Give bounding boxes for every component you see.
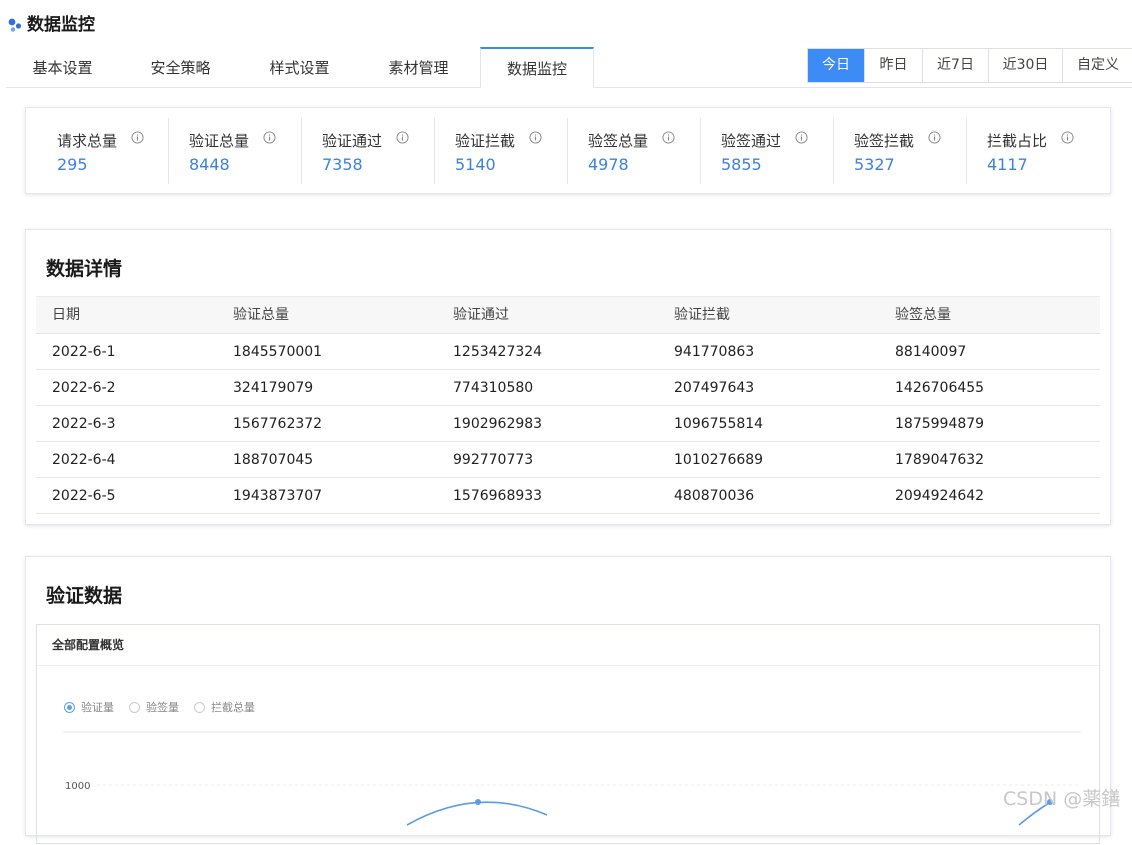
stat-value: 5327	[854, 155, 895, 174]
app-logo-icon	[8, 18, 22, 32]
stat-label: 验签拦截	[854, 132, 915, 150]
stat-value: 5140	[455, 155, 496, 174]
stat-value: 4978	[588, 155, 629, 174]
stats-card: 请求总量 295 验证总量 8448 验证通过 7358 验证拦截 5140 验…	[25, 107, 1111, 194]
info-icon[interactable]	[396, 131, 409, 144]
stat-value: 295	[57, 155, 88, 174]
series-line-left	[406, 801, 548, 826]
table-cell: 992770773	[453, 452, 534, 468]
table-cell: 1789047632	[895, 452, 985, 468]
table-row: 2022-6-5 1943873707 1576968933 480870036…	[36, 478, 1100, 514]
table-cell: 207497643	[674, 380, 755, 396]
stat-verify-pass: 验证通过 7358	[301, 118, 434, 184]
table-cell: 2022-6-1	[52, 344, 116, 360]
stat-label: 验证通过	[322, 132, 383, 150]
date-yesterday-button[interactable]: 昨日	[864, 49, 922, 82]
stat-value: 7358	[322, 155, 363, 174]
detail-table: 日期 验证总量 验证通过 验证拦截 验签总量 2022-6-1 18455700…	[36, 296, 1100, 514]
table-row: 2022-6-2 324179079 774310580 207497643 1…	[36, 370, 1100, 406]
verify-data-card: 验证数据 全部配置概览 验证量 验签量 拦截总量 1000	[25, 556, 1111, 844]
verify-card-title: 验证数据	[46, 585, 123, 607]
verify-line-chart: 1000	[63, 731, 1081, 826]
info-icon[interactable]	[795, 131, 808, 144]
table-row: 2022-6-4 188707045 992770773 1010276689 …	[36, 442, 1100, 478]
stat-request-total: 请求总量 295	[26, 118, 159, 184]
table-cell: 1845570001	[233, 344, 323, 360]
table-cell: 1943873707	[233, 488, 323, 504]
data-point[interactable]	[475, 799, 481, 805]
info-icon[interactable]	[529, 131, 542, 144]
info-icon[interactable]	[263, 131, 276, 144]
table-cell: 2022-6-3	[52, 416, 116, 432]
detail-card-title: 数据详情	[46, 258, 123, 280]
column-header: 验证总量	[233, 307, 289, 323]
table-cell: 2022-6-5	[52, 488, 116, 504]
table-cell: 188707045	[233, 452, 314, 468]
table-cell: 1426706455	[895, 380, 985, 396]
info-icon[interactable]	[662, 131, 675, 144]
tab-style-settings[interactable]: 样式设置	[243, 47, 356, 87]
date-7days-button[interactable]: 近7日	[922, 49, 988, 82]
table-cell: 1875994879	[895, 416, 985, 432]
watermark: CSDN @薬鐥	[1003, 788, 1121, 810]
stat-label: 验签总量	[588, 132, 649, 150]
table-row: 2022-6-1 1845570001 1253427324 941770863…	[36, 334, 1100, 370]
tab-basic-settings[interactable]: 基本设置	[6, 47, 119, 87]
config-overview-panel: 全部配置概览 验证量 验签量 拦截总量 1000	[36, 624, 1100, 844]
tab-security-policy[interactable]: 安全策略	[124, 47, 237, 87]
table-cell: 941770863	[674, 344, 755, 360]
stat-block-ratio: 拦截占比 4117	[966, 118, 1099, 184]
date-30days-button[interactable]: 近30日	[988, 49, 1062, 82]
info-icon[interactable]	[1061, 131, 1074, 144]
data-detail-card: 数据详情 日期 验证总量 验证通过 验证拦截 验签总量 2022-6-1 184…	[25, 229, 1111, 525]
date-filter-group: 今日 昨日 近7日 近30日 自定义	[807, 48, 1132, 83]
stat-sign-block: 验签拦截 5327	[833, 118, 966, 184]
table-cell: 1010276689	[674, 452, 764, 468]
table-cell: 88140097	[895, 344, 967, 360]
table-cell: 1902962983	[453, 416, 543, 432]
column-header: 日期	[52, 307, 80, 323]
stat-label: 拦截占比	[987, 132, 1048, 150]
stat-value: 4117	[987, 155, 1028, 174]
column-header: 验证拦截	[674, 307, 730, 323]
stat-label: 请求总量	[57, 132, 118, 150]
top-bar: 数据监控	[0, 0, 1132, 48]
stat-label: 验证总量	[189, 132, 250, 150]
table-cell: 2022-6-4	[52, 452, 116, 468]
info-icon[interactable]	[928, 131, 941, 144]
table-cell: 774310580	[453, 380, 534, 396]
stat-verify-block: 验证拦截 5140	[434, 118, 567, 184]
table-cell: 1096755814	[674, 416, 764, 432]
table-cell: 1576968933	[453, 488, 543, 504]
table-cell: 1567762372	[233, 416, 323, 432]
date-today-button[interactable]: 今日	[808, 49, 864, 82]
stat-value: 8448	[189, 155, 230, 174]
stat-value: 5855	[721, 155, 762, 174]
tab-data-monitor[interactable]: 数据监控	[480, 47, 594, 88]
stat-label: 验签通过	[721, 132, 782, 150]
table-cell: 2094924642	[895, 488, 985, 504]
page-title: 数据监控	[27, 15, 95, 35]
y-tick-label: 1000	[65, 781, 90, 792]
column-header: 验签总量	[895, 307, 951, 323]
info-icon[interactable]	[131, 131, 144, 144]
date-custom-button[interactable]: 自定义	[1062, 49, 1132, 82]
table-cell: 324179079	[233, 380, 314, 396]
stat-sign-pass: 验签通过 5855	[700, 118, 833, 184]
table-cell: 480870036	[674, 488, 755, 504]
stat-sign-total: 验签总量 4978	[567, 118, 700, 184]
column-header: 验证通过	[453, 307, 509, 323]
table-cell: 2022-6-2	[52, 380, 116, 396]
table-row: 2022-6-3 1567762372 1902962983 109675581…	[36, 406, 1100, 442]
stat-label: 验证拦截	[455, 132, 516, 150]
stat-verify-total: 验证总量 8448	[168, 118, 301, 184]
table-cell: 1253427324	[453, 344, 543, 360]
tab-asset-management[interactable]: 素材管理	[362, 47, 475, 87]
table-header: 日期 验证总量 验证通过 验证拦截 验签总量	[36, 296, 1100, 334]
